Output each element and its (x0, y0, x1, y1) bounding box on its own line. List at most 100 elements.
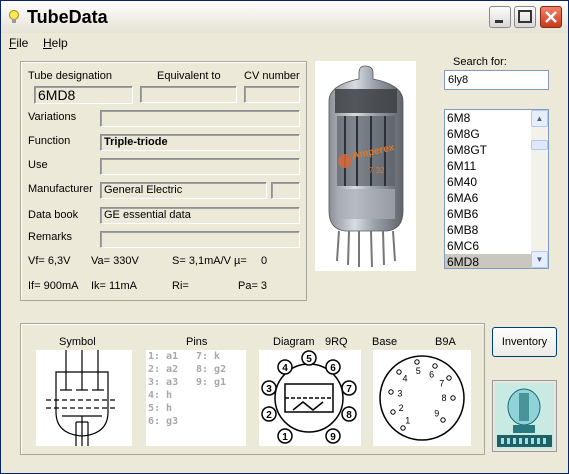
manufacturer-label: Manufacturer (28, 183, 93, 195)
close-button[interactable] (540, 6, 562, 28)
base-pin (400, 425, 406, 431)
function-label: Function (28, 135, 71, 147)
scroll-thumb[interactable] (531, 140, 548, 150)
menu-help-mnemonic: H (43, 36, 52, 50)
base-pin (450, 395, 456, 401)
diagram-pin-number: 9 (330, 432, 336, 443)
base-pin (440, 417, 446, 423)
chevron-down-icon: ▼ (535, 255, 544, 264)
remarks-label: Remarks (28, 231, 73, 243)
manufacturer-extra-field[interactable] (271, 182, 300, 199)
pins-column-2: 7: k 8: g2 9: g1 (196, 351, 226, 390)
equivalent-field[interactable] (140, 86, 237, 103)
diagram-pin-number: 7 (346, 384, 352, 395)
base-pin-number: 7 (439, 378, 444, 388)
close-icon (545, 11, 557, 23)
va-value: Va= 330V (91, 255, 139, 267)
search-input[interactable] (444, 70, 549, 90)
pin-entry: 9: g1 (196, 377, 227, 388)
diagram-pin-number: 6 (330, 363, 336, 374)
base-pin (446, 375, 452, 381)
cv-field[interactable] (244, 86, 300, 103)
base-panel: 12 34567 89 (373, 350, 471, 446)
base-pin (432, 363, 438, 369)
logo-panel (492, 380, 557, 452)
maximize-button[interactable] (514, 6, 536, 28)
if-value: If= 900mA (28, 280, 79, 292)
diagram-label: Diagram (273, 336, 315, 348)
base-pin-number: 6 (429, 369, 434, 379)
use-field[interactable] (100, 158, 300, 175)
title-bar[interactable]: TubeData (1, 1, 568, 33)
base-label: Base (372, 336, 398, 348)
menu-file[interactable]: File (9, 36, 28, 50)
pin-entry: 7: k (196, 351, 221, 362)
ik-value: Ik= 11mA (91, 280, 137, 292)
mu-label: µ= (234, 255, 247, 267)
base-pin (388, 389, 394, 395)
diagram-pin-number: 2 (266, 410, 272, 421)
scroll-down-button[interactable]: ▼ (531, 251, 548, 268)
vf-value: Vf= 6,3V (28, 255, 71, 267)
base-pin-number: 4 (402, 374, 407, 384)
base-pin-number: 3 (397, 389, 402, 399)
pin-entry: 6: g3 (148, 416, 179, 427)
cv-label: CV number (244, 70, 300, 82)
base-pin (396, 369, 402, 375)
symbol-label: Symbol (59, 336, 96, 348)
use-label: Use (28, 159, 48, 171)
base-pin-number: 9 (434, 408, 439, 418)
ri-value: Ri= (172, 280, 189, 292)
pins-label: Pins (186, 336, 208, 348)
manufacturer-field[interactable]: General Electric (100, 182, 267, 199)
tube-list[interactable]: 6M8 6M8G 6M8GT 6M11 6M40 6MA6 6MB6 6MB8 6MC6 6MD8… (444, 109, 549, 269)
menu-bar: File Help (1, 34, 568, 52)
menu-file-label: ile (16, 36, 29, 50)
menu-help[interactable]: Help (43, 36, 68, 50)
minimize-icon (495, 20, 503, 23)
base-pin-number: 2 (399, 403, 404, 413)
pin-entry: 5: h (148, 403, 173, 414)
diagram-panel: 12 34 5 67 89 (259, 350, 361, 446)
base-code: B9A (435, 336, 456, 348)
chevron-up-icon: ▲ (535, 114, 544, 123)
remarks-field[interactable] (100, 231, 300, 248)
pin-entry: 8: g2 (196, 364, 227, 375)
app-window: TubeData File Help Tube designation Equi… (0, 0, 569, 474)
diagram-pin-number: 1 (282, 432, 288, 443)
diagram-code: 9RQ (325, 336, 348, 348)
databook-label: Data book (28, 209, 79, 221)
base-pin-number: 1 (405, 415, 410, 425)
minimize-button[interactable] (489, 6, 511, 28)
diagram-pin-number: 8 (346, 410, 352, 421)
designation-field[interactable]: 6MD8 (34, 86, 133, 104)
scroll-up-button[interactable]: ▲ (531, 110, 548, 127)
pins-panel: 1: a1 2: a2 3: a3 4: h 5: h 6: g3 7: k 8: g2 9:… (146, 350, 246, 446)
tube-logo-icon (495, 383, 554, 449)
window-title: TubeData (27, 7, 108, 27)
list-scrollbar[interactable]: ▲ ▼ (531, 110, 548, 268)
diagram-pin-number: 5 (306, 354, 312, 365)
inventory-button[interactable]: Inventory (492, 327, 557, 357)
variations-label: Variations (28, 111, 77, 123)
base-pin (414, 359, 420, 365)
tube-symbol-icon (46, 350, 116, 446)
svg-text:7 32: 7 32 (369, 166, 385, 175)
diagram-pin-number: 3 (266, 384, 272, 395)
base-pinout-icon: 12 345 67 89 (379, 355, 465, 441)
base-pin-number: 5 (416, 366, 421, 376)
pin-entry: 1: a1 (148, 351, 179, 362)
function-field[interactable]: Triple-triode (100, 134, 300, 151)
pa-value: Pa= 3 (238, 280, 268, 292)
pin-entry: 2: a2 (148, 364, 179, 375)
variations-field[interactable] (100, 110, 300, 127)
menu-help-label: elp (51, 36, 68, 50)
tube-photo: Amperex 7 32 (315, 61, 416, 271)
mu-value: 0 (261, 255, 268, 267)
pin-diagram-icon: 12 34 5 67 89 (261, 350, 357, 444)
diagram-pin-number: 4 (282, 363, 288, 374)
databook-field[interactable]: GE essential data (100, 207, 300, 224)
s-value: S= 3,1mA/V (172, 255, 232, 267)
base-pin-number: 8 (441, 393, 446, 403)
maximize-icon (518, 10, 532, 23)
